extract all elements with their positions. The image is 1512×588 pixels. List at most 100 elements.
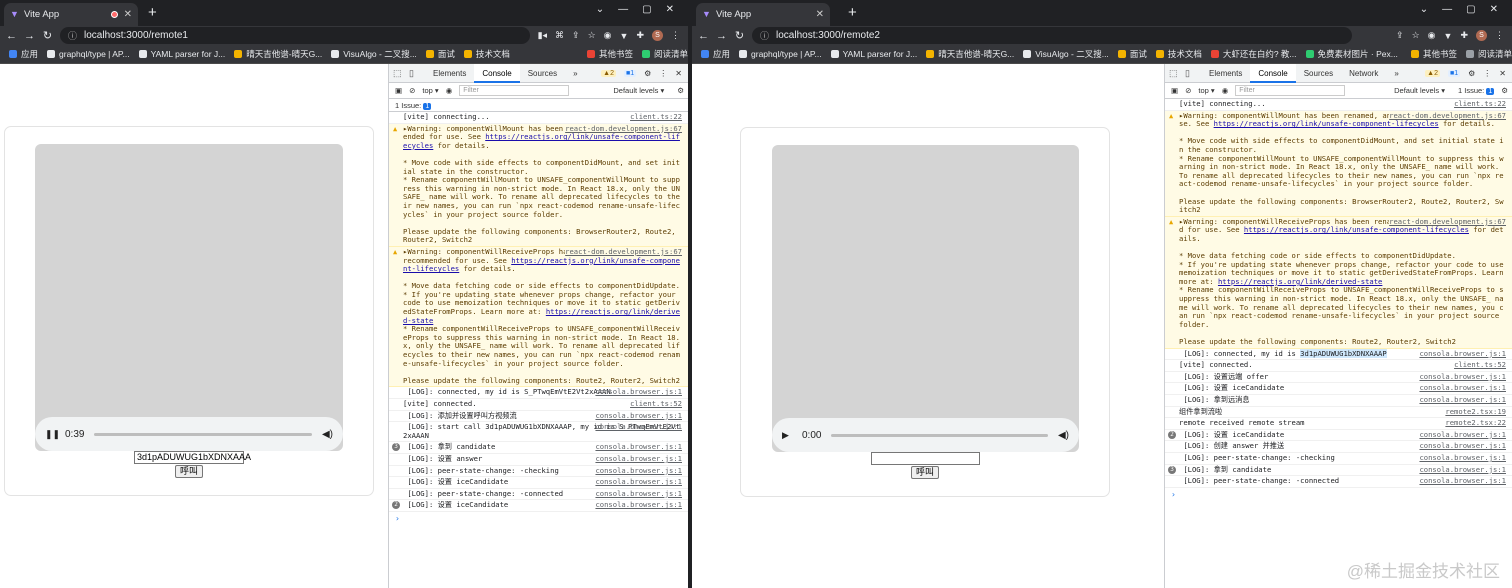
source-link[interactable]: consola.browser.js:1 [595, 423, 682, 432]
sidebar-toggle-icon[interactable]: ▣ [1171, 86, 1178, 95]
docs-link[interactable]: https://reactjs.org/link/derived-state [1218, 277, 1382, 286]
star-icon[interactable]: ☆ [588, 30, 596, 41]
site-info-icon[interactable]: ⓘ [760, 29, 769, 42]
tab-elements[interactable]: Elements [1201, 64, 1250, 83]
source-link[interactable]: consola.browser.js:1 [595, 466, 682, 476]
inspect-icon[interactable]: ⬚ [393, 68, 405, 79]
source-link[interactable]: consola.browser.js:1 [595, 501, 682, 510]
profile-avatar[interactable]: S [652, 30, 663, 41]
source-link[interactable]: client.ts:22 [1454, 99, 1506, 109]
browser-tab[interactable]: ▼ Vite App ✕ [4, 3, 138, 26]
extension-icon[interactable]: ◉ [1428, 30, 1436, 41]
bookmark-item[interactable]: 应用 [701, 48, 730, 60]
device-toolbar-icon[interactable]: ▯ [409, 68, 421, 79]
source-link[interactable]: consola.browser.js:1 [1419, 372, 1506, 382]
context-select[interactable]: top ▾ [422, 86, 438, 95]
source-link[interactable]: react-dom.development.js:67 [565, 124, 682, 134]
source-link[interactable]: consola.browser.js:1 [1419, 442, 1506, 451]
bookmark-item[interactable]: 其他书签 [586, 48, 633, 60]
new-tab-icon[interactable]: + [148, 4, 157, 21]
source-link[interactable]: client.ts:52 [1454, 361, 1506, 370]
play-icon[interactable]: ▶ [782, 430, 796, 441]
bookmark-item[interactable]: 应用 [9, 48, 38, 60]
extension-icon[interactable]: ◉ [604, 30, 612, 41]
docs-link[interactable]: https://reactjs.org/link/derived-state [403, 307, 680, 325]
console-settings-icon[interactable]: ⚙ [677, 86, 684, 95]
sidebar-toggle-icon[interactable]: ▣ [395, 86, 402, 95]
eye-icon[interactable]: ◉ [446, 86, 453, 95]
share-icon[interactable]: ⇪ [1396, 30, 1404, 41]
console-prompt[interactable]: › [1165, 488, 1512, 501]
console-settings-icon[interactable]: ⚙ [1501, 86, 1508, 95]
bookmark-item[interactable]: VisuAlgo - 二叉搜... [331, 48, 417, 60]
source-link[interactable]: remote2.tsx:22 [1445, 419, 1506, 428]
bookmark-item[interactable]: graphql/type | AP... [47, 49, 130, 59]
bookmark-item[interactable]: VisuAlgo - 二叉搜... [1023, 48, 1109, 60]
source-link[interactable]: consola.browser.js:1 [1419, 477, 1506, 486]
docs-link[interactable]: https://reactjs.org/link/unsafe-componen… [403, 132, 680, 150]
vue-devtools-icon[interactable]: ▼ [1444, 31, 1453, 41]
source-link[interactable]: react-dom.development.js:67 [1389, 111, 1506, 121]
source-link[interactable]: consola.browser.js:1 [595, 388, 682, 397]
video-player[interactable]: ❚❚ 0:39 ◀) [35, 144, 343, 451]
bookmark-item[interactable]: 面试 [425, 48, 455, 60]
call-button[interactable]: 呼叫 [911, 466, 939, 479]
forward-icon[interactable]: → [23, 30, 36, 42]
source-link[interactable]: consola.browser.js:1 [595, 489, 682, 499]
filter-input[interactable]: Filter [1235, 85, 1346, 96]
source-link[interactable]: react-dom.development.js:67 [1389, 217, 1506, 227]
progress-track[interactable] [831, 433, 1048, 437]
window-controls[interactable]: ⌄—▢✕ [1420, 4, 1512, 15]
profile-avatar[interactable]: S [1476, 30, 1487, 41]
device-toolbar-icon[interactable]: ▯ [1185, 68, 1197, 79]
share-icon[interactable]: ⇪ [572, 30, 580, 41]
clear-console-icon[interactable]: ⊘ [1185, 86, 1191, 95]
address-bar[interactable]: ⓘ localhost:3000/remote2 [752, 27, 1352, 44]
warning-count-badge[interactable]: ▲2 [601, 69, 616, 77]
star-icon[interactable]: ☆ [1412, 30, 1420, 41]
call-button[interactable]: 呼叫 [175, 465, 203, 478]
volume-icon[interactable]: ◀) [322, 429, 333, 440]
bookmark-item[interactable]: graphql/type | AP... [739, 49, 822, 59]
back-icon[interactable]: ← [697, 30, 710, 42]
puzzle-icon[interactable]: ✚ [1460, 30, 1468, 41]
more-tabs-icon[interactable]: » [1386, 64, 1406, 83]
source-link[interactable]: consola.browser.js:1 [595, 443, 682, 452]
tab-sources[interactable]: Sources [1296, 64, 1341, 83]
clear-console-icon[interactable]: ⊘ [409, 86, 415, 95]
vue-devtools-icon[interactable]: ▼ [620, 31, 629, 41]
source-link[interactable]: remote2.tsx:19 [1445, 407, 1506, 417]
source-link[interactable]: consola.browser.js:1 [1419, 384, 1506, 393]
bookmark-item[interactable]: 面试 [1117, 48, 1147, 60]
source-link[interactable]: consola.browser.js:1 [1419, 430, 1506, 440]
log-levels-select[interactable]: Default levels ▾ [1394, 86, 1445, 95]
tab-console[interactable]: Console [474, 63, 520, 83]
remote-id-input[interactable] [871, 452, 980, 465]
docs-link[interactable]: https://reactjs.org/link/unsafe-componen… [1244, 225, 1469, 235]
kebab-menu-icon[interactable]: ⋮ [1483, 69, 1491, 78]
source-link[interactable]: react-dom.development.js:67 [565, 247, 682, 257]
address-bar[interactable]: ⓘ localhost:3000/remote1 [60, 27, 530, 44]
source-link[interactable]: client.ts:52 [630, 399, 682, 409]
bookmark-item[interactable]: 技术文档 [463, 48, 510, 60]
source-link[interactable]: consola.browser.js:1 [1419, 453, 1506, 463]
bookmark-item[interactable]: 技术文档 [1155, 48, 1202, 60]
tab-sources[interactable]: Sources [520, 64, 565, 83]
site-info-icon[interactable]: ⓘ [68, 29, 77, 42]
bookmark-item[interactable]: 阅读清单 [1465, 48, 1512, 60]
bookmark-item[interactable]: 阅读清单 [641, 48, 688, 60]
bookmark-item[interactable]: 晴天吉他谱-晴天G... [926, 48, 1014, 60]
tab-elements[interactable]: Elements [425, 64, 474, 83]
bookmark-item[interactable]: YAML parser for J... [138, 49, 225, 59]
pause-icon[interactable]: ❚❚ [45, 429, 60, 440]
reload-icon[interactable]: ↻ [733, 29, 746, 42]
translate-icon[interactable]: ⌘ [555, 30, 564, 41]
bookmark-item[interactable]: 大虾还在白约? 教... [1210, 48, 1297, 60]
console-prompt[interactable]: › [389, 512, 688, 525]
tab-console[interactable]: Console [1250, 63, 1296, 83]
close-devtools-icon[interactable]: ✕ [675, 69, 682, 78]
camera-icon[interactable]: ▮◂ [538, 30, 547, 41]
forward-icon[interactable]: → [715, 30, 728, 42]
source-link[interactable]: consola.browser.js:1 [595, 411, 682, 421]
bookmark-item[interactable]: YAML parser for J... [830, 49, 917, 59]
